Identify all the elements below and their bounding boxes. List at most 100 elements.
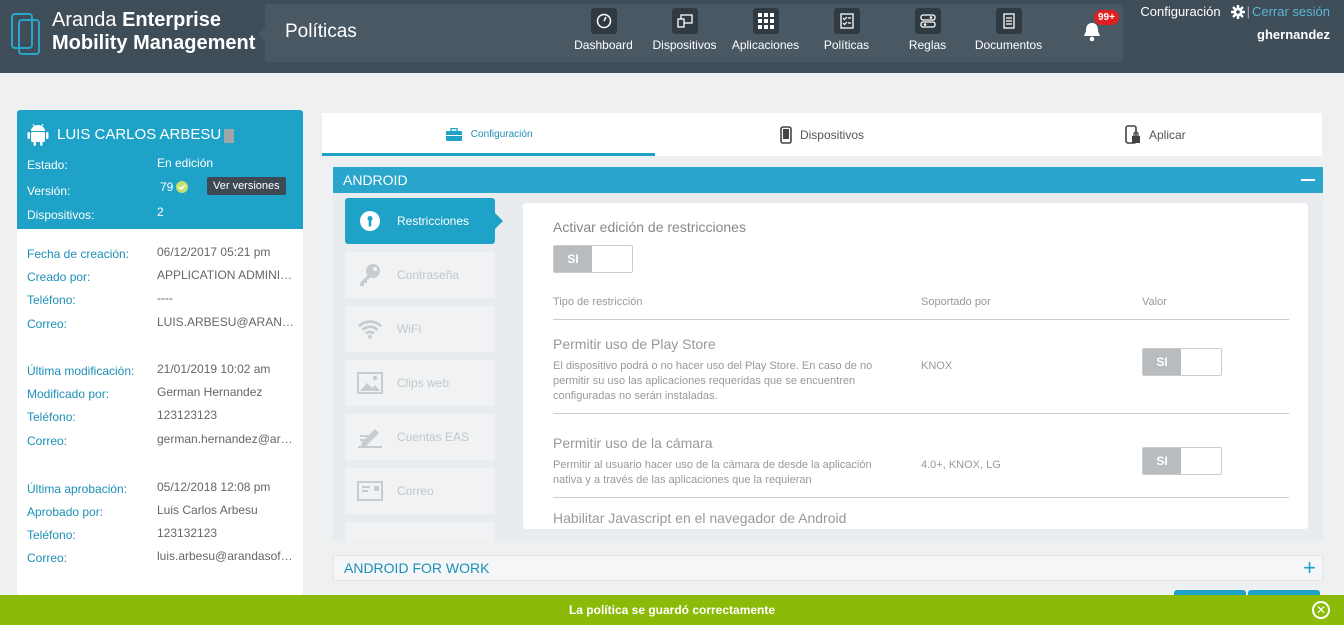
restriction-desc: Permitir al usuario hacer uso de la cáma…: [553, 459, 872, 486]
menu-label: Restricciones: [397, 214, 470, 228]
username: ghernandez: [1257, 27, 1330, 42]
close-icon[interactable]: ✕: [1312, 601, 1330, 619]
nav-reglas[interactable]: Reglas: [887, 8, 968, 60]
tab-label: Aplicar: [1148, 127, 1186, 142]
brand-light: Aranda: [52, 9, 123, 31]
separator: |: [1246, 4, 1250, 19]
android-for-work-header[interactable]: ANDROID FOR WORK +: [333, 555, 1323, 581]
info-value: 123132123: [157, 526, 218, 540]
col-tipo: Tipo de restricción: [553, 296, 643, 308]
section-label: ANDROID FOR WORK: [344, 560, 490, 576]
policy-name: LUIS CARLOS ARBESU: [57, 125, 222, 143]
menu-wifi[interactable]: WiFi: [345, 306, 495, 352]
menu-label: Correo: [397, 484, 434, 498]
restrictions-panel: Activar edición de restricciones SI Tipo…: [523, 203, 1308, 529]
key-icon: [357, 262, 383, 288]
brand[interactable]: Aranda Enterprise Mobility Management: [10, 9, 255, 58]
view-versions-button[interactable]: Ver versiones: [207, 177, 286, 195]
tab-dispositivos[interactable]: Dispositivos: [655, 113, 988, 156]
nav-dispositivos[interactable]: Dispositivos: [644, 8, 725, 60]
lock-phone-icon: [1125, 124, 1141, 145]
nav-politicas[interactable]: Políticas: [806, 8, 887, 60]
edit-marker: [224, 128, 235, 143]
nav-label: Dispositivos: [652, 38, 717, 52]
info-label: Correo:: [27, 551, 68, 565]
android-section-header[interactable]: ANDROID: [333, 167, 1323, 193]
menu-cuentas-eas[interactable]: Cuentas EAS: [345, 414, 495, 460]
logout-link[interactable]: Cerrar sesión: [1252, 4, 1330, 19]
config-link[interactable]: Configuración: [1140, 4, 1220, 19]
dispositivos-label: Dispositivos:: [27, 208, 95, 222]
info-label: Teléfono:: [27, 528, 76, 542]
devices-icon: [671, 8, 698, 34]
android-section-body: Restricciones Contraseña WiFi Clips web …: [333, 193, 1323, 541]
menu-label: Cuentas EAS: [397, 430, 470, 444]
info-label: Correo:: [27, 434, 68, 448]
notification-badge: 99+: [1094, 10, 1119, 25]
divider: [553, 319, 1289, 320]
policy-card: LUIS CARLOS ARBESU Estado: En edición Ve…: [17, 110, 303, 229]
keyhole-icon: [357, 210, 383, 232]
nav-label: Políticas: [823, 38, 870, 52]
collapse-icon[interactable]: [1301, 179, 1315, 181]
info-label: Aprobado por:: [27, 505, 104, 519]
image-icon: [357, 372, 383, 394]
camera-toggle[interactable]: SI: [1142, 447, 1222, 475]
info-value: luis.arbesu@arandasoft....: [157, 549, 295, 563]
menu-item-more[interactable]: [345, 522, 495, 541]
menu-restricciones[interactable]: Restricciones: [345, 198, 503, 244]
menu-contrasena[interactable]: Contraseña: [345, 252, 495, 298]
wifi-icon: [357, 318, 383, 340]
restriction-title: Permitir uso de Play Store: [553, 336, 716, 352]
nav-documentos[interactable]: Documentos: [968, 8, 1049, 60]
enable-restrictions-toggle[interactable]: SI: [553, 245, 633, 273]
menu-label: Contraseña: [397, 268, 460, 282]
toggle-on-label: SI: [1143, 349, 1181, 375]
nav-aplicaciones[interactable]: Aplicaciones: [725, 8, 806, 60]
info-value: LUIS.ARBESU@ARANDA...: [157, 315, 295, 329]
info-value: German Hernandez: [157, 385, 263, 399]
section-arrow: [258, 26, 266, 42]
nav-label: Reglas: [908, 38, 947, 52]
android-icon: [27, 123, 49, 146]
col-soportado: Soportado por: [921, 296, 991, 308]
mail-icon: [357, 481, 383, 501]
info-label: Teléfono:: [27, 410, 76, 424]
dispositivos-value: 2: [157, 205, 164, 219]
info-value: APPLICATION ADMINIST...: [157, 268, 295, 282]
tab-configuracion[interactable]: Configuración: [322, 113, 656, 156]
policy-info: Fecha de creación: 06/12/2017 05:21 pm C…: [17, 229, 303, 601]
main-nav: Dashboard Dispositivos Aplicaciones Polí…: [563, 8, 1049, 60]
version-label: Versión:: [27, 184, 71, 198]
document-icon: [995, 8, 1022, 34]
info-label: Correo:: [27, 317, 68, 331]
menu-label: Clips web: [397, 376, 450, 390]
expand-icon[interactable]: +: [1303, 557, 1316, 579]
estado-value: En edición: [157, 156, 214, 170]
gear-icon[interactable]: [1230, 4, 1245, 19]
checklist-icon: [833, 8, 860, 34]
rules-icon: [914, 8, 941, 34]
info-label: Creado por:: [27, 270, 91, 284]
info-label: Última aprobación:: [27, 482, 128, 496]
menu-label: WiFi: [397, 322, 421, 336]
tab-label: Dispositivos: [799, 127, 864, 142]
info-value: 21/01/2019 10:02 am: [157, 362, 271, 376]
info-value: german.hernandez@ara...: [157, 432, 295, 446]
tab-aplicar[interactable]: Aplicar: [989, 113, 1322, 156]
nav-dashboard[interactable]: Dashboard: [563, 8, 644, 60]
play-store-toggle[interactable]: SI: [1142, 348, 1222, 376]
restriction-supported: KNOX: [921, 360, 953, 372]
restriction-title: Permitir uso de la cámara: [553, 435, 713, 451]
briefcase-icon: [445, 127, 463, 142]
menu-clips-web[interactable]: Clips web: [345, 360, 495, 406]
restriction-desc: El dispositivo podrá o no hacer uso del …: [553, 360, 873, 402]
divider: [553, 413, 1289, 414]
info-label: Última modificación:: [27, 364, 135, 378]
section-label: ANDROID: [343, 172, 408, 188]
toast-message: La política se guardó correctamente: [568, 603, 776, 617]
apps-grid-icon: [752, 8, 779, 34]
policy-tabs: Configuración Dispositivos Aplicar: [322, 113, 1322, 156]
menu-correo[interactable]: Correo: [345, 468, 495, 514]
restrictions-title: Activar edición de restricciones: [553, 219, 746, 235]
